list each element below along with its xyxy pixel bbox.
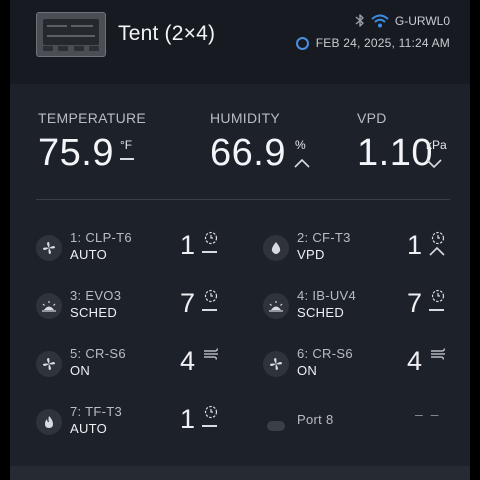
timer-icon xyxy=(204,405,218,419)
header-bar: Tent (2×4) G-URWL0 FEB 24, 2025, 11:24 A… xyxy=(10,0,470,84)
steady-indicator xyxy=(429,309,444,311)
trend-down-icon xyxy=(426,159,442,168)
port-level: 4 xyxy=(407,346,423,376)
device-id: G-URWL0 xyxy=(394,13,450,28)
metric-vpd[interactable]: VPD 1.10 kPa xyxy=(357,110,447,175)
port-level: 7 xyxy=(180,288,196,318)
port-8[interactable]: Port 8 – – xyxy=(263,404,463,448)
steady-indicator xyxy=(202,309,217,311)
bluetooth-icon xyxy=(355,14,364,27)
port-3[interactable]: 3: EVO3 SCHED 7 xyxy=(36,288,236,332)
port-level: 4 xyxy=(180,346,196,376)
port-mode: SCHED xyxy=(297,305,345,320)
steady-indicator xyxy=(120,158,134,160)
metric-label: HUMIDITY xyxy=(210,110,281,126)
steady-indicator xyxy=(202,425,217,427)
metric-label: TEMPERATURE xyxy=(38,110,147,126)
fan-icon xyxy=(263,351,289,377)
port-mode: AUTO xyxy=(70,421,108,436)
metric-value: 66.9 xyxy=(210,132,286,174)
port-level: – – xyxy=(415,406,441,422)
port-name: 2: CF-T3 xyxy=(297,230,351,245)
port-6[interactable]: 6: CR-S6 ON 4 xyxy=(263,346,463,390)
port-name: 1: CLP-T6 xyxy=(70,230,132,245)
timer-icon xyxy=(431,231,445,245)
flame-icon xyxy=(36,409,62,435)
timer-icon xyxy=(204,231,218,245)
port-5[interactable]: 5: CR-S6 ON 4 xyxy=(36,346,236,390)
timer-icon xyxy=(204,289,218,303)
port-name: 5: CR-S6 xyxy=(70,346,126,361)
section-divider xyxy=(36,199,450,200)
port-2[interactable]: 2: CF-T3 VPD 1 xyxy=(263,230,463,274)
port-level: 1 xyxy=(407,230,423,260)
port-4[interactable]: 4: IB-UV4 SCHED 7 xyxy=(263,288,463,332)
port-level: 7 xyxy=(407,288,423,318)
metric-humidity[interactable]: HUMIDITY 66.9 % xyxy=(210,110,310,175)
port-mode: VPD xyxy=(297,247,325,262)
controller-panel: Tent (2×4) G-URWL0 FEB 24, 2025, 11:24 A… xyxy=(10,0,470,480)
page-title: Tent (2×4) xyxy=(118,22,216,45)
device-thumbnail[interactable] xyxy=(36,12,106,57)
wind-icon xyxy=(204,348,218,360)
metric-unit: °F xyxy=(120,138,133,152)
empty-port-icon xyxy=(263,409,289,435)
port-1[interactable]: 1: CLP-T6 AUTO 1 xyxy=(36,230,236,274)
wind-icon xyxy=(431,348,445,360)
metric-temperature[interactable]: TEMPERATURE 75.9 °F xyxy=(38,110,146,175)
port-mode: SCHED xyxy=(70,305,118,320)
connection-status: G-URWL0 xyxy=(355,13,450,28)
trend-up-icon xyxy=(294,158,310,168)
fan-icon xyxy=(36,351,62,377)
metric-unit: % xyxy=(295,138,306,152)
datetime-text: FEB 24, 2025, 11:24 AM xyxy=(315,36,450,50)
water-drop-icon xyxy=(263,235,289,261)
port-level: 1 xyxy=(180,230,196,260)
timer-icon xyxy=(431,289,445,303)
grow-light-icon xyxy=(36,293,62,319)
port-mode: ON xyxy=(297,363,318,378)
grow-light-icon xyxy=(263,293,289,319)
port-mode: ON xyxy=(70,363,91,378)
port-mode: AUTO xyxy=(70,247,108,262)
trend-up-icon xyxy=(429,246,445,256)
metric-label: VPD xyxy=(357,110,387,126)
bottom-bar xyxy=(10,466,470,480)
port-name: Port 8 xyxy=(297,412,334,427)
port-name: 6: CR-S6 xyxy=(297,346,353,361)
metric-value: 1.10 xyxy=(357,132,433,174)
metric-unit: kPa xyxy=(426,138,447,152)
port-7[interactable]: 7: TF-T3 AUTO 1 xyxy=(36,404,236,448)
clock-icon xyxy=(295,36,309,50)
port-level: 1 xyxy=(180,404,196,434)
port-name: 4: IB-UV4 xyxy=(297,288,357,303)
steady-indicator xyxy=(202,251,217,253)
wifi-icon xyxy=(371,14,389,27)
fan-icon xyxy=(36,235,62,261)
port-name: 3: EVO3 xyxy=(70,288,122,303)
datetime-row: FEB 24, 2025, 11:24 AM xyxy=(295,36,450,50)
port-name: 7: TF-T3 xyxy=(70,404,123,419)
